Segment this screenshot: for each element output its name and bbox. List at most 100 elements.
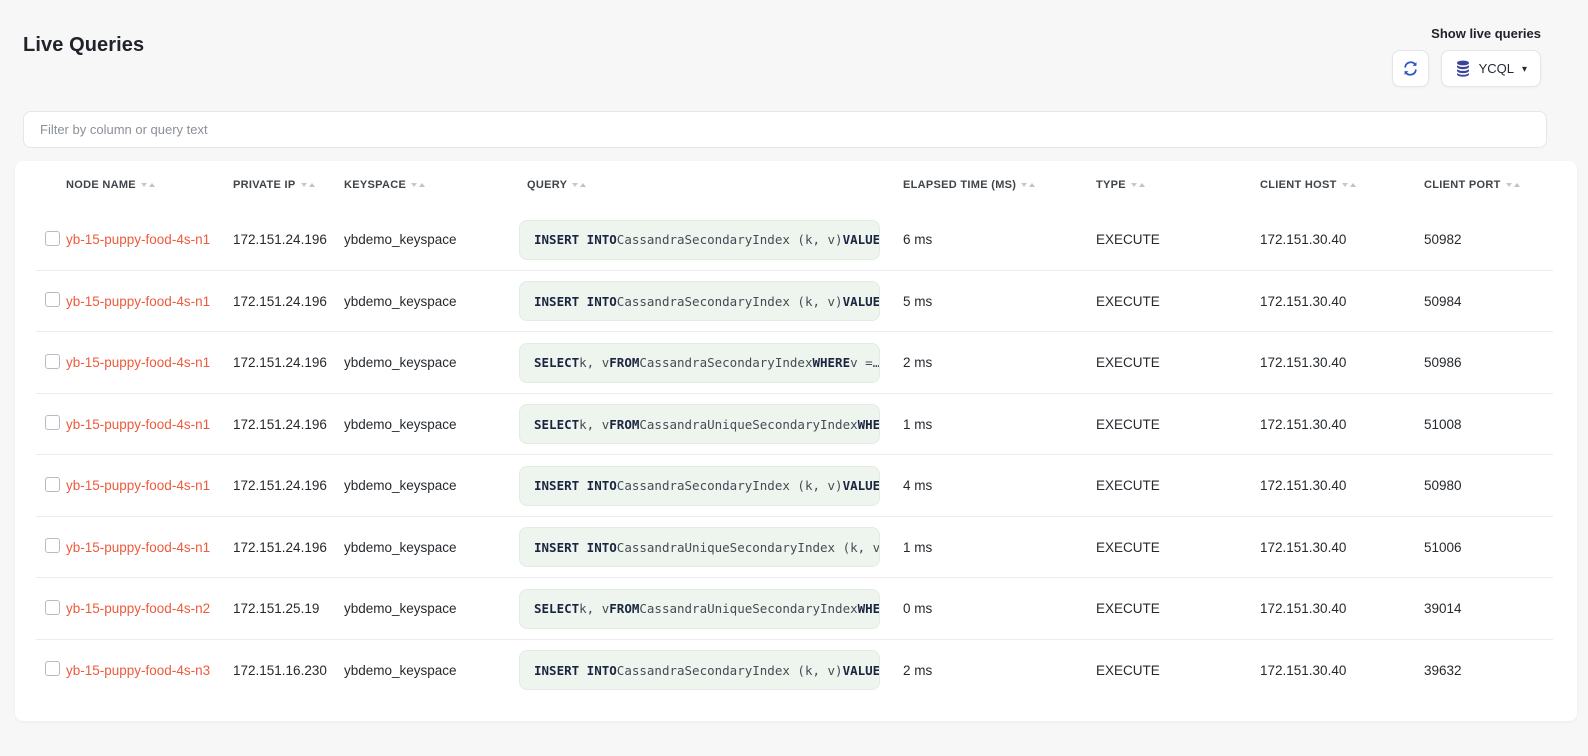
- refresh-button[interactable]: [1392, 50, 1429, 87]
- type-cell: EXECUTE: [1096, 417, 1260, 432]
- private-ip-cell: 172.151.24.196: [233, 540, 344, 555]
- node-name-link[interactable]: yb-15-puppy-food-4s-n1: [66, 540, 233, 555]
- node-name-link[interactable]: yb-15-puppy-food-4s-n1: [66, 478, 233, 493]
- type-cell: EXECUTE: [1096, 663, 1260, 678]
- sort-icon[interactable]: [1131, 183, 1145, 187]
- column-header-private-ip[interactable]: PRIVATE IP: [233, 179, 344, 191]
- column-header-client-port[interactable]: CLIENT PORT: [1424, 179, 1553, 191]
- query-chip[interactable]: INSERT INTO CassandraSecondaryIndex (k, …: [519, 650, 880, 690]
- client-port-cell: 51008: [1424, 417, 1553, 432]
- elapsed-time-cell: 1 ms: [903, 540, 1096, 555]
- client-port-cell: 50986: [1424, 355, 1553, 370]
- type-cell: EXECUTE: [1096, 601, 1260, 616]
- sort-desc-icon: [141, 183, 147, 187]
- row-checkbox[interactable]: [45, 538, 60, 553]
- elapsed-time-cell: 6 ms: [903, 232, 1096, 247]
- keyspace-cell: ybdemo_keyspace: [344, 355, 519, 370]
- private-ip-cell: 172.151.24.196: [233, 417, 344, 432]
- node-name-link[interactable]: yb-15-puppy-food-4s-n1: [66, 232, 233, 247]
- filter-input[interactable]: [23, 111, 1547, 148]
- private-ip-cell: 172.151.24.196: [233, 478, 344, 493]
- elapsed-time-cell: 2 ms: [903, 663, 1096, 678]
- row-checkbox[interactable]: [45, 292, 60, 307]
- sort-asc-icon: [1139, 183, 1145, 187]
- client-host-cell: 172.151.30.40: [1260, 417, 1424, 432]
- row-checkbox[interactable]: [45, 231, 60, 246]
- node-name-link[interactable]: yb-15-puppy-food-4s-n1: [66, 417, 233, 432]
- table-row[interactable]: yb-15-puppy-food-4s-n2 172.151.25.19 ybd…: [15, 578, 1577, 640]
- keyspace-cell: ybdemo_keyspace: [344, 601, 519, 616]
- filter-bar: [23, 111, 1547, 148]
- row-checkbox[interactable]: [45, 600, 60, 615]
- client-port-cell: 50984: [1424, 294, 1553, 309]
- node-name-link[interactable]: yb-15-puppy-food-4s-n1: [66, 355, 233, 370]
- column-label: CLIENT HOST: [1260, 179, 1337, 191]
- column-label: CLIENT PORT: [1424, 179, 1501, 191]
- column-header-elapsed-time[interactable]: ELAPSED TIME (MS): [903, 179, 1096, 191]
- table-row[interactable]: yb-15-puppy-food-4s-n1 172.151.24.196 yb…: [15, 517, 1577, 579]
- sort-asc-icon: [1514, 183, 1520, 187]
- client-port-cell: 51006: [1424, 540, 1553, 555]
- node-name-link[interactable]: yb-15-puppy-food-4s-n3: [66, 663, 233, 678]
- private-ip-cell: 172.151.24.196: [233, 232, 344, 247]
- client-port-cell: 39014: [1424, 601, 1553, 616]
- page-title: Live Queries: [23, 26, 144, 57]
- keyspace-cell: ybdemo_keyspace: [344, 478, 519, 493]
- live-queries-table: NODE NAME PRIVATE IPKEYSPACEQUERYELAPSED …: [15, 161, 1577, 721]
- sort-icon[interactable]: [411, 183, 425, 187]
- column-header-node-name[interactable]: NODE NAME: [66, 179, 233, 191]
- client-host-cell: 172.151.30.40: [1260, 663, 1424, 678]
- page-header: Live Queries Show live queries: [0, 0, 1588, 87]
- elapsed-time-cell: 2 ms: [903, 355, 1096, 370]
- column-header-query[interactable]: QUERY: [519, 179, 903, 191]
- column-label: NODE NAME: [66, 179, 136, 191]
- sort-icon[interactable]: [301, 183, 315, 187]
- table-row[interactable]: yb-15-puppy-food-4s-n1 172.151.24.196 yb…: [15, 332, 1577, 394]
- query-chip[interactable]: SELECT k, v FROM CassandraUniqueSecondar…: [519, 404, 880, 444]
- client-host-cell: 172.151.30.40: [1260, 601, 1424, 616]
- type-cell: EXECUTE: [1096, 355, 1260, 370]
- sort-asc-icon: [580, 183, 586, 187]
- row-checkbox[interactable]: [45, 661, 60, 676]
- column-header-type[interactable]: TYPE: [1096, 179, 1260, 191]
- column-header-keyspace[interactable]: KEYSPACE: [344, 179, 519, 191]
- sort-icon[interactable]: [141, 183, 155, 187]
- node-name-link[interactable]: yb-15-puppy-food-4s-n1: [66, 294, 233, 309]
- client-host-cell: 172.151.30.40: [1260, 478, 1424, 493]
- keyspace-cell: ybdemo_keyspace: [344, 417, 519, 432]
- table-row[interactable]: yb-15-puppy-food-4s-n1 172.151.24.196 yb…: [15, 394, 1577, 456]
- node-name-link[interactable]: yb-15-puppy-food-4s-n2: [66, 601, 233, 616]
- elapsed-time-cell: 0 ms: [903, 601, 1096, 616]
- column-header-client-host[interactable]: CLIENT HOST: [1260, 179, 1424, 191]
- elapsed-time-cell: 4 ms: [903, 478, 1096, 493]
- table-row[interactable]: yb-15-puppy-food-4s-n1 172.151.24.196 yb…: [15, 271, 1577, 333]
- table-row[interactable]: yb-15-puppy-food-4s-n3 172.151.16.230 yb…: [15, 640, 1577, 702]
- query-chip[interactable]: SELECT k, v FROM CassandraUniqueSecondar…: [519, 589, 880, 629]
- query-chip[interactable]: INSERT INTO CassandraUniqueSecondaryInde…: [519, 527, 880, 567]
- sort-icon[interactable]: [1506, 183, 1520, 187]
- sort-asc-icon: [149, 183, 155, 187]
- type-cell: EXECUTE: [1096, 540, 1260, 555]
- client-host-cell: 172.151.30.40: [1260, 355, 1424, 370]
- row-checkbox[interactable]: [45, 354, 60, 369]
- sort-icon[interactable]: [572, 183, 586, 187]
- table-row[interactable]: yb-15-puppy-food-4s-n1 172.151.24.196 yb…: [15, 209, 1577, 271]
- sort-icon[interactable]: [1342, 183, 1356, 187]
- column-label: ELAPSED TIME (MS): [903, 179, 1016, 191]
- client-port-cell: 39632: [1424, 663, 1553, 678]
- table-row[interactable]: yb-15-puppy-food-4s-n1 172.151.24.196 yb…: [15, 455, 1577, 517]
- sort-icon[interactable]: [1021, 183, 1035, 187]
- query-chip[interactable]: SELECT k, v FROM CassandraSecondaryIndex…: [519, 343, 880, 383]
- sort-desc-icon: [411, 183, 417, 187]
- caret-down-icon: ▾: [1522, 63, 1527, 75]
- query-chip[interactable]: INSERT INTO CassandraSecondaryIndex (k, …: [519, 220, 880, 260]
- sort-asc-icon: [1350, 183, 1356, 187]
- row-checkbox[interactable]: [45, 477, 60, 492]
- query-chip[interactable]: INSERT INTO CassandraSecondaryIndex (k, …: [519, 466, 880, 506]
- client-host-cell: 172.151.30.40: [1260, 294, 1424, 309]
- query-chip[interactable]: INSERT INTO CassandraSecondaryIndex (k, …: [519, 281, 880, 321]
- elapsed-time-cell: 5 ms: [903, 294, 1096, 309]
- api-type-dropdown[interactable]: YCQL ▾: [1441, 50, 1541, 87]
- sort-desc-icon: [1131, 183, 1137, 187]
- row-checkbox[interactable]: [45, 415, 60, 430]
